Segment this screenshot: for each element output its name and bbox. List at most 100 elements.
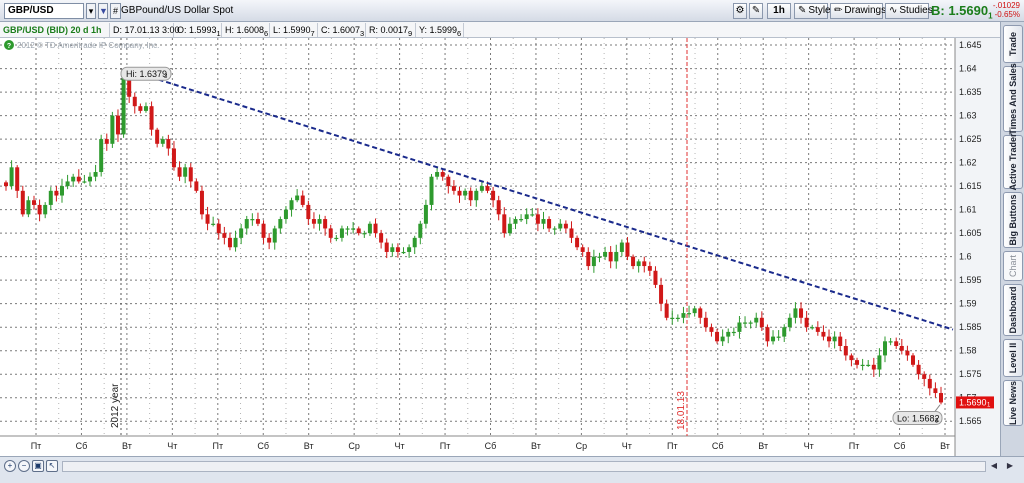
info-range-value: R: 0.0017	[369, 25, 409, 35]
candle-body	[121, 77, 126, 135]
tab-chart[interactable]: Chart	[1003, 251, 1023, 281]
candle-body	[211, 223, 216, 225]
candle-body	[395, 247, 400, 252]
info-low: L: 1.59907	[270, 23, 318, 38]
candle-body	[586, 251, 591, 267]
candle-body	[412, 237, 417, 248]
candle-body	[569, 228, 574, 238]
candle-body	[759, 317, 764, 328]
info-open: O: 1.59931	[174, 23, 222, 38]
candle-body	[43, 204, 48, 215]
price-tick-label: 1.63	[959, 111, 977, 121]
candle-body	[787, 317, 792, 328]
candle-body	[390, 247, 395, 252]
candle-body	[597, 256, 602, 258]
tab-trade[interactable]: Trade	[1003, 25, 1023, 63]
candle-body	[479, 186, 484, 191]
candle-body	[82, 181, 87, 183]
candle-body	[188, 167, 193, 182]
fit-icon[interactable]: ▣	[32, 460, 44, 472]
tab-big-buttons[interactable]: Big Buttons	[1003, 192, 1023, 248]
candle-body	[474, 190, 479, 201]
candle-body	[911, 355, 916, 365]
info-high-sub: 6	[264, 28, 269, 38]
candle-body	[446, 176, 451, 187]
candle-body	[76, 176, 81, 182]
candle-body	[765, 327, 770, 342]
candle-body	[575, 237, 580, 248]
price-tick-label: 1.595	[959, 275, 982, 285]
candle-body	[715, 331, 720, 342]
candle-body	[698, 308, 703, 318]
candle-body	[524, 214, 529, 220]
horizontal-scrollbar[interactable]	[62, 461, 986, 472]
time-tick-label: Чт	[395, 441, 405, 451]
candle-body	[535, 214, 540, 224]
time-tick-label: Сб	[485, 441, 497, 451]
tab-live-news[interactable]: Live News	[1003, 380, 1023, 426]
time-tick-label: Пт	[849, 441, 860, 451]
timeframe-button[interactable]: 1h	[767, 3, 791, 19]
scroll-right-icon[interactable]: ▶	[1004, 460, 1016, 472]
candle-body	[26, 200, 31, 215]
cursor-icon[interactable]: ↖	[46, 460, 58, 472]
zoom-in-icon[interactable]: +	[4, 460, 16, 472]
time-tick-label: Пт	[31, 441, 42, 451]
price-chart[interactable]: 1.645 1.64 1.635 1.63 1.625 1.62 1.615 1.61 1.60…	[0, 38, 1000, 456]
symbol-input[interactable]: GBP/USD	[4, 3, 84, 19]
tab-dashboard[interactable]: Dashboard	[1003, 284, 1023, 336]
drawings-button[interactable]: ✏ Drawings	[830, 3, 886, 19]
price-tick-label: 1.61	[959, 205, 977, 215]
candle-body	[603, 251, 608, 257]
chart-canvas[interactable]: 1.645 1.64 1.635 1.63 1.625 1.62 1.615 1.61 1.60…	[0, 38, 1000, 456]
style-button[interactable]: ✎ Style	[794, 3, 831, 19]
candle-body	[614, 251, 619, 262]
symbol-dropdown-icon[interactable]: ▾	[86, 3, 96, 19]
candle-body	[771, 336, 776, 342]
candle-body	[670, 317, 675, 319]
price-tick-label: 1.615	[959, 181, 982, 191]
candle-body	[619, 242, 624, 252]
candle-body	[132, 96, 137, 107]
tab-times-and-sales[interactable]: Times And Sales	[1003, 63, 1023, 135]
candle-body	[160, 139, 165, 144]
net-change-abs: -.01029	[992, 1, 1020, 10]
scroll-left-icon[interactable]: ◀	[988, 460, 1000, 472]
candle-body	[199, 190, 204, 215]
candle-body	[351, 228, 356, 230]
candle-body	[283, 209, 288, 220]
link-badge[interactable]: #	[110, 3, 121, 19]
symbol-lookup-icon[interactable]: ▼	[98, 3, 108, 19]
tools-icon[interactable]: ✎	[749, 3, 763, 19]
studies-button[interactable]: ∿ Studies	[885, 3, 933, 19]
candle-body	[563, 223, 568, 229]
time-tick-label: Чт	[622, 441, 632, 451]
candle-body	[65, 181, 70, 187]
tab-level-ii[interactable]: Level II	[1003, 339, 1023, 377]
bottom-toolbar: + − ▣ ↖ ◀ ▶	[0, 456, 1024, 483]
tab-active-trader[interactable]: Active Trader	[1003, 133, 1023, 191]
candle-body	[59, 186, 64, 196]
candle-body	[832, 336, 837, 342]
zoom-out-icon[interactable]: −	[18, 460, 30, 472]
info-close-value: C: 1.6007	[321, 25, 361, 35]
info-open-sub: 1	[216, 28, 221, 38]
candle-body	[171, 148, 176, 168]
candle-body	[306, 204, 311, 220]
price-tick-label: 1.575	[959, 369, 982, 379]
symbol-text: GBP/USD	[8, 5, 54, 16]
info-close: C: 1.60073	[318, 23, 366, 38]
settings-icon[interactable]: ⚙	[733, 3, 747, 19]
candle-body	[888, 341, 893, 343]
tab-label: Trade	[1008, 31, 1018, 57]
candle-body	[267, 237, 272, 243]
net-change: -.01029 -0.65%	[993, 1, 1020, 19]
info-low-sub: 7	[310, 28, 315, 38]
candle-body	[435, 172, 440, 177]
candle-body	[703, 317, 708, 328]
candle-body	[4, 182, 8, 187]
candle-body	[743, 322, 748, 324]
candle-body	[110, 115, 115, 144]
candle-body	[334, 237, 339, 240]
candle-body	[227, 237, 232, 248]
